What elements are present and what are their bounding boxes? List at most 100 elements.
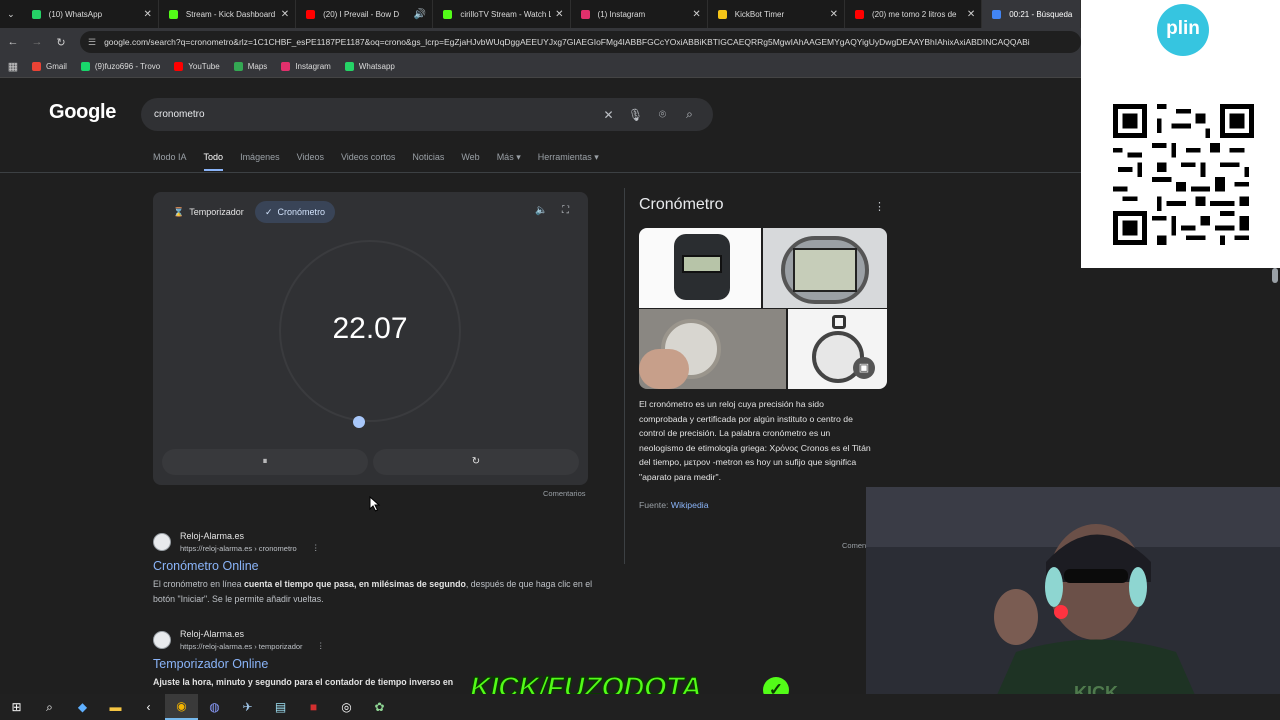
site-favicon — [153, 631, 171, 649]
filter-herramientas[interactable]: Herramientas ▾ — [538, 152, 599, 163]
fullscreen-icon[interactable]: ⛶ — [562, 205, 569, 216]
bookmark-label: Maps — [247, 62, 268, 71]
search-icon[interactable]: ⌕ — [33, 694, 66, 720]
pause-button[interactable]: ⏸ — [162, 449, 368, 475]
feedback-link[interactable]: Comentarios — [543, 489, 586, 498]
bookmark-maps[interactable]: Maps — [233, 62, 268, 71]
filter-modo-ia[interactable]: Modo IA — [153, 152, 187, 163]
search-input[interactable]: cronometro — [154, 109, 595, 120]
mic-icon[interactable]: 🎙 — [622, 108, 649, 122]
instagram-icon — [281, 62, 291, 71]
tab-label: (20) I Prevail - Bow D — [323, 9, 400, 19]
more-options-icon[interactable]: ⋮ — [317, 641, 325, 650]
knowledge-panel-title: Cronómetro — [639, 196, 724, 213]
apps-icon[interactable]: ▦ — [2, 60, 24, 73]
windows-start-icon[interactable]: ⊞ — [0, 694, 33, 720]
close-tab-icon[interactable]: ✕ — [967, 9, 975, 20]
result-title[interactable]: Temporizador Online — [153, 657, 268, 671]
hand-shape — [639, 349, 689, 389]
bookmark-youtube[interactable]: YouTube — [174, 62, 220, 71]
digital-stopwatch-image[interactable] — [763, 228, 887, 308]
browser-tab[interactable]: KickBot Timer ✕ — [708, 0, 845, 28]
search-box[interactable]: cronometro ✕ 🎙 ⌾ ⌕ — [141, 98, 713, 131]
youtube-icon — [174, 62, 184, 71]
discord-icon[interactable]: ◍ — [198, 694, 231, 720]
browser-tab[interactable]: cirilloTV Stream - Watch L ✕ — [433, 0, 571, 28]
steam-icon[interactable]: ✈ — [231, 694, 264, 720]
youtube-icon — [854, 9, 864, 19]
back-icon[interactable]: ← — [2, 36, 24, 48]
mechanical-stopwatch-image[interactable]: ▣ — [788, 309, 887, 389]
stopwatch-image[interactable] — [639, 228, 761, 308]
close-tab-icon[interactable]: ✕ — [281, 9, 289, 20]
reload-icon[interactable]: ↻ — [50, 36, 72, 49]
bookmark-gmail[interactable]: Gmail — [32, 62, 67, 71]
copilot-icon[interactable]: ◆ — [66, 694, 99, 720]
maps-icon — [233, 62, 243, 71]
audio-icon[interactable]: 🔊 — [414, 9, 426, 20]
image-gallery-icon[interactable]: ▣ — [853, 357, 875, 379]
browser-tab[interactable]: (10) WhatsApp ✕ — [22, 0, 159, 28]
browser-tab[interactable]: (20) I Prevail - Bow D 🔊 — [296, 0, 434, 28]
more-options-icon[interactable]: ⋮ — [312, 543, 320, 552]
stopwatch-time: 22.07 — [332, 312, 408, 345]
snippet-bold: cuenta el tiempo que pasa, en milésimas … — [243, 579, 466, 589]
app-icon[interactable]: ✿ — [363, 694, 396, 720]
reset-button[interactable]: ↻ — [373, 449, 579, 475]
filter-mas[interactable]: Más ▾ — [497, 152, 521, 163]
google-logo[interactable]: Google — [49, 101, 116, 124]
browser-tab-active[interactable]: 00:21 - Búsqueda — [982, 0, 1081, 28]
bookmark-whatsapp[interactable]: Whatsapp — [344, 62, 395, 71]
hourglass-icon: ⌛ — [173, 206, 185, 217]
close-tab-icon[interactable]: ✕ — [692, 9, 700, 20]
result-snippet: Ajuste la hora, minuto y segundo para el… — [153, 675, 473, 690]
youtube-icon — [306, 9, 316, 19]
browser-tab[interactable]: (20) me tomo 2 litros de ✕ — [845, 0, 983, 28]
obs-icon[interactable]: ◎ — [330, 694, 363, 720]
forward-icon[interactable]: → — [26, 36, 48, 48]
result-title[interactable]: Cronómetro Online — [153, 559, 259, 573]
site-info-icon[interactable]: ☰ — [88, 37, 96, 48]
close-tab-icon[interactable]: ✕ — [555, 9, 563, 20]
bookmark-trovo[interactable]: (9)fuzo696 - Trovo — [80, 62, 160, 71]
kick-app-icon[interactable]: ‹ — [132, 694, 165, 720]
browser-tab[interactable]: (1) Instagram ✕ — [571, 0, 708, 28]
file-explorer-icon[interactable]: ▬ — [99, 694, 132, 720]
filter-videos-cortos[interactable]: Videos cortos — [341, 152, 395, 163]
dota-icon[interactable]: ■ — [297, 694, 330, 720]
result-site-name: Reloj-Alarma.es — [180, 531, 245, 541]
filter-noticias[interactable]: Noticias — [412, 152, 444, 163]
streamer-camera-image: KICK — [866, 487, 1280, 720]
browser-tab[interactable]: Stream - Kick Dashboard ✕ — [159, 0, 297, 28]
notepad-icon[interactable]: ▤ — [264, 694, 297, 720]
clear-icon[interactable]: ✕ — [595, 108, 622, 122]
close-tab-icon[interactable]: ✕ — [144, 9, 152, 20]
filter-imagenes[interactable]: Imágenes — [240, 152, 280, 163]
page-scrollbar[interactable] — [1272, 268, 1278, 283]
hand-stopwatch-image[interactable] — [639, 309, 786, 389]
lcd-display-shape — [682, 255, 722, 273]
wikipedia-link[interactable]: Wikipedia — [671, 500, 709, 510]
chrome-icon[interactable]: ◉ — [165, 694, 198, 720]
filter-todo[interactable]: Todo — [203, 152, 223, 171]
tab-timer[interactable]: ⌛ Temporizador — [163, 201, 254, 223]
filter-web[interactable]: Web — [461, 152, 479, 163]
more-options-icon[interactable]: ⋮ — [874, 200, 885, 213]
check-icon: ✓ — [265, 206, 273, 217]
sound-icon[interactable]: 🔈 — [535, 205, 547, 216]
filter-mas-label: Más — [496, 152, 514, 162]
tab-label: (1) Instagram — [597, 9, 646, 19]
panel-feedback-link[interactable]: Comentarios — [842, 541, 866, 550]
tab-search-menu-button[interactable]: ⌄ — [0, 0, 22, 28]
tab-stopwatch[interactable]: ✓ Cronómetro — [255, 201, 336, 223]
tab-label: (20) me tomo 2 litros de — [871, 9, 957, 19]
search-icon[interactable]: ⌕ — [676, 107, 703, 122]
filter-videos[interactable]: Videos — [297, 152, 324, 163]
gmail-icon — [32, 62, 41, 71]
lens-icon[interactable]: ⌾ — [649, 107, 676, 122]
close-tab-icon[interactable]: ✕ — [830, 9, 838, 20]
url-input[interactable]: ☰ google.com/search?q=cronometro&rlz=1C1C… — [80, 31, 1081, 53]
bookmark-label: Instagram — [295, 62, 331, 71]
bookmark-instagram[interactable]: Instagram — [281, 62, 331, 71]
google-icon — [992, 9, 1002, 19]
